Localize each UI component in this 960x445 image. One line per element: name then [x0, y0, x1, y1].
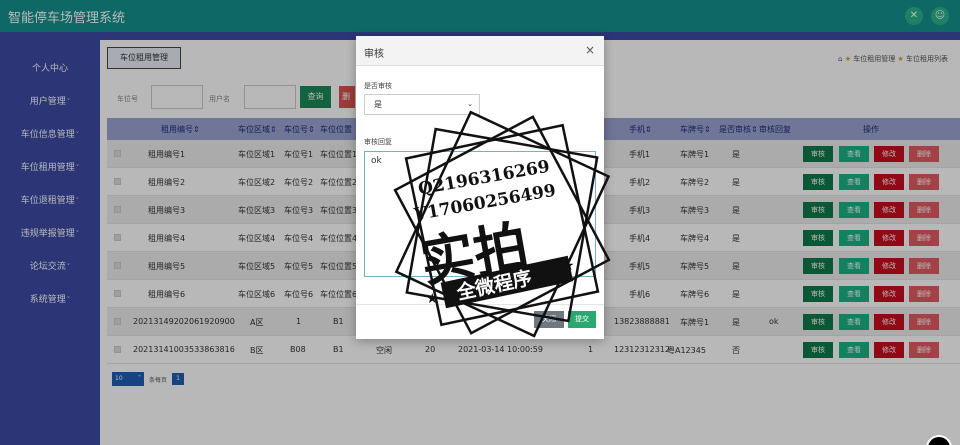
modal-footer-divider [356, 304, 604, 305]
submit-button[interactable]: 提交 [568, 311, 596, 328]
reply-field-label: 审核回复 [364, 138, 392, 146]
modal-header: 审核 × [356, 36, 604, 66]
modal-title: 审核 [364, 49, 384, 60]
chevron-down-icon: ⌄ [467, 100, 473, 108]
audit-modal: 审核 × 是否审核 是 ⌄ 审核回复 ok 关闭 提交 [356, 36, 604, 339]
close-icon[interactable]: × [585, 43, 595, 57]
audit-select-value: 是 [374, 100, 382, 109]
reply-textarea[interactable]: ok [364, 151, 596, 277]
audit-select[interactable]: 是 ⌄ [364, 94, 480, 115]
audit-field-label: 是否审核 [364, 82, 392, 90]
close-button[interactable]: 关闭 [534, 311, 564, 328]
